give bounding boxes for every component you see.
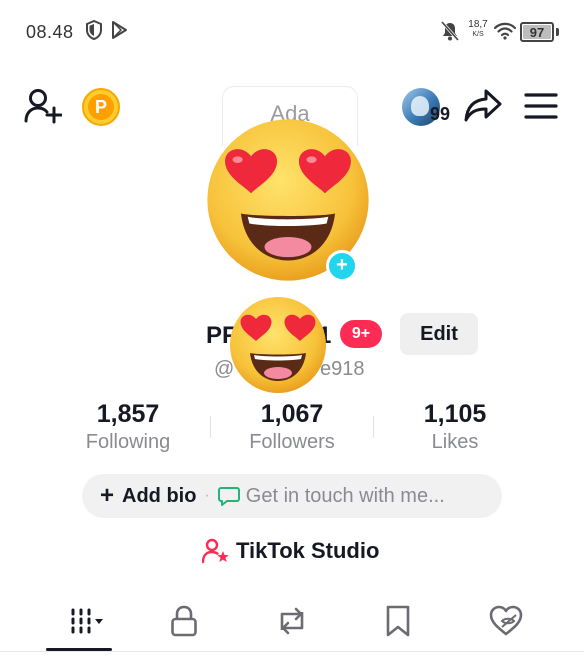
heart-hidden-icon (489, 605, 523, 636)
notification-badge[interactable]: 9+ (340, 320, 382, 348)
edit-profile-button[interactable]: Edit (400, 313, 478, 355)
stat-followers-label: Followers (249, 431, 335, 453)
stat-divider (373, 416, 374, 438)
stat-following-label: Following (85, 431, 171, 453)
add-bio-label: Add bio (122, 484, 197, 507)
stat-following[interactable]: 1,857 Following (58, 400, 198, 454)
net-speed-unit: K/S (472, 31, 484, 38)
tab-private[interactable] (144, 596, 224, 646)
tiktok-studio-link[interactable]: TikTok Studio (202, 538, 379, 564)
studio-person-star-icon (202, 538, 229, 564)
shield-icon (86, 19, 102, 45)
contact-button[interactable]: Get in touch with me... (217, 484, 445, 508)
studio-label: TikTok Studio (236, 538, 380, 563)
heart-eyes-emoji-small (230, 297, 326, 393)
tab-reposts[interactable] (252, 596, 332, 646)
tabs-divider (0, 651, 584, 652)
battery-icon: 97 (520, 22, 554, 42)
stat-likes-value: 1,105 (423, 400, 487, 428)
add-friend-icon[interactable] (24, 88, 63, 129)
bookmark-icon (386, 605, 410, 637)
tab-liked[interactable] (466, 596, 546, 646)
grid-icon (71, 608, 103, 634)
tab-videos[interactable] (44, 596, 124, 646)
stat-followers-value: 1,067 (260, 400, 324, 428)
profile-tabs (0, 596, 584, 652)
stat-likes-label: Likes (431, 431, 479, 453)
stat-following-value: 1,857 (96, 400, 160, 428)
net-speed-value: 18,7 (468, 19, 488, 30)
bio-separator: · (204, 487, 210, 504)
stat-likes[interactable]: 1,105 Likes (385, 400, 525, 454)
mute-icon (440, 20, 460, 47)
message-icon (217, 487, 240, 506)
tab-favorites[interactable] (358, 596, 438, 646)
stat-followers[interactable]: 1,067 Followers (222, 400, 362, 454)
menu-icon[interactable] (524, 92, 558, 125)
status-time: 08.48 (26, 22, 74, 42)
coin-letter: P (88, 94, 114, 120)
add-avatar-button[interactable]: + (326, 250, 358, 282)
net-speed: 18,7 K/S (466, 20, 490, 40)
share-icon[interactable] (464, 88, 502, 129)
lock-icon (171, 605, 197, 637)
add-bio-button[interactable]: + Add bio (100, 482, 197, 509)
contact-label: Get in touch with me... (245, 484, 445, 507)
stat-divider (210, 416, 211, 438)
status-bar: 08.48 18,7 K/S 97 (0, 0, 584, 64)
repost-icon (280, 607, 304, 635)
battery-tip (556, 28, 559, 36)
plus-icon: + (100, 482, 115, 509)
play-store-icon (110, 20, 128, 45)
wifi-icon (493, 22, 517, 45)
battery-level: 97 (529, 25, 545, 40)
bio-bar: + Add bio · Get in touch with me... (82, 474, 502, 518)
coin-button[interactable]: P (82, 88, 120, 126)
friend-avatar-count: 99 (430, 104, 451, 124)
